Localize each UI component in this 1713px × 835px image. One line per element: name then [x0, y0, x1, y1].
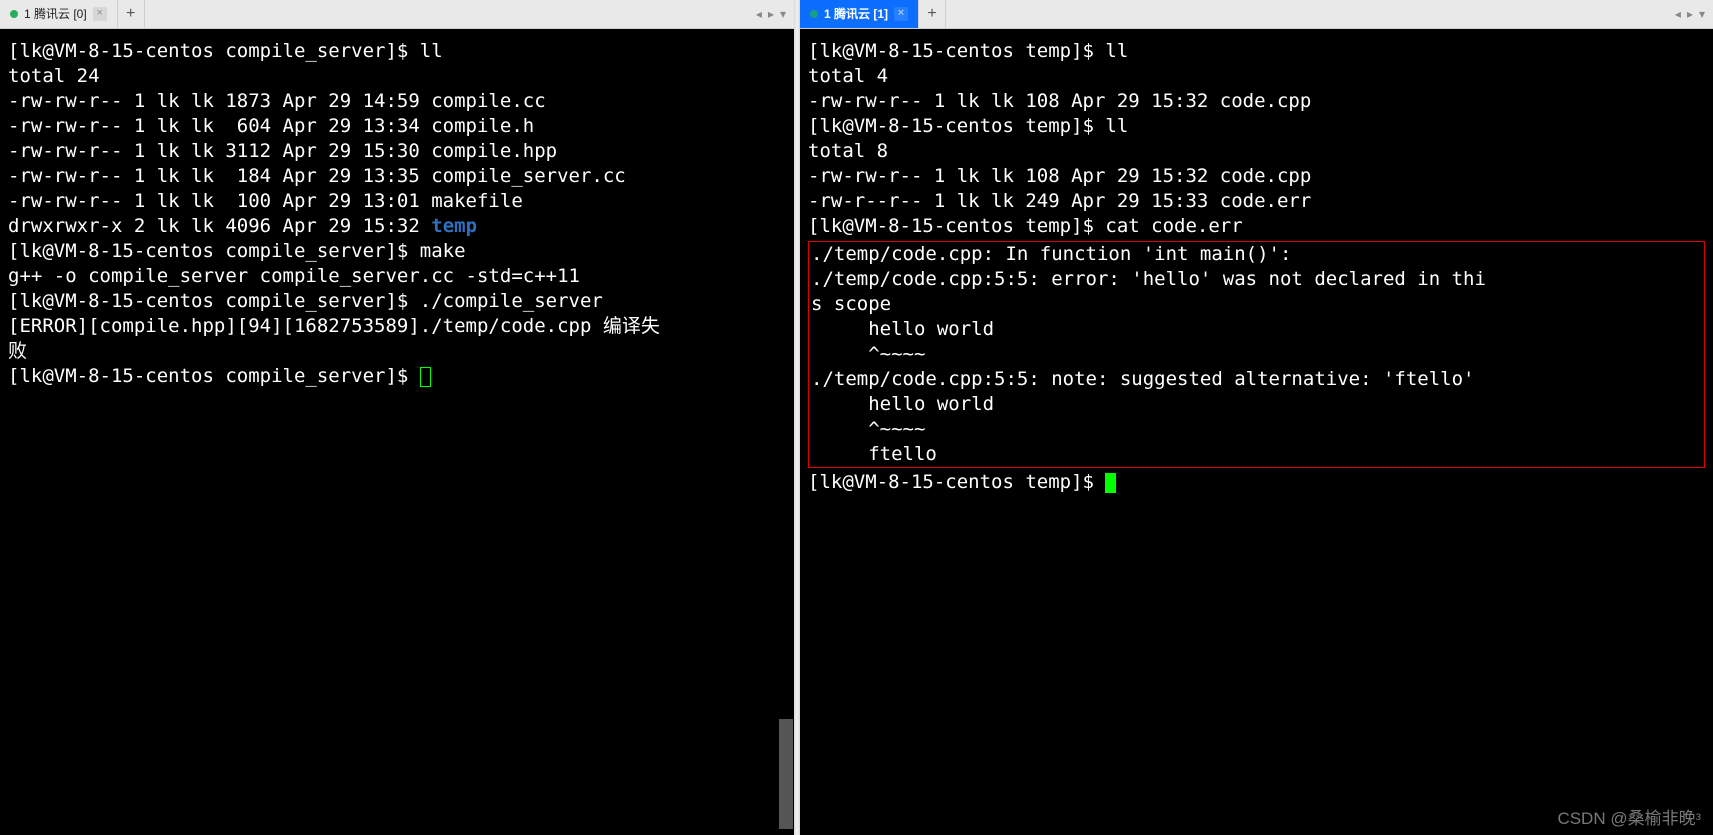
- terminal-text: ./temp/code.cpp:5:5: note: suggested alt…: [811, 368, 1474, 390]
- terminal-text: total 24: [8, 65, 100, 87]
- terminal-text: [lk@VM-8-15-centos compile_server]$ ll: [8, 40, 443, 62]
- tab-prev-icon[interactable]: ◂: [756, 7, 762, 21]
- terminal-line: -rw-r--r-- 1 lk lk 249 Apr 29 15:33 code…: [808, 189, 1705, 214]
- terminal-line: total 24: [8, 64, 786, 89]
- status-dot-icon: [810, 10, 818, 18]
- terminal-text: [lk@VM-8-15-centos temp]$ ll: [808, 40, 1128, 62]
- terminal-line: -rw-rw-r-- 1 lk lk 604 Apr 29 13:34 comp…: [8, 114, 786, 139]
- split-container: 1 腾讯云 [0] × + ◂ ▸ ▾ [lk@VM-8-15-centos c…: [0, 0, 1713, 835]
- terminal-line: [lk@VM-8-15-centos temp]$ ll: [808, 39, 1705, 64]
- terminal-line: total 8: [808, 139, 1705, 164]
- terminal-line: -rw-rw-r-- 1 lk lk 1873 Apr 29 14:59 com…: [8, 89, 786, 114]
- terminal-line: -rw-rw-r-- 1 lk lk 108 Apr 29 15:32 code…: [808, 89, 1705, 114]
- terminal-text: 败: [8, 340, 27, 362]
- terminal-text: -rw-rw-r-- 1 lk lk 100 Apr 29 13:01 make…: [8, 190, 523, 212]
- close-icon[interactable]: ×: [93, 7, 107, 21]
- terminal-text: ./temp/code.cpp:5:5: error: 'hello' was …: [811, 268, 1486, 290]
- error-highlight-box: ./temp/code.cpp: In function 'int main()…: [808, 241, 1705, 468]
- terminal-line: [lk@VM-8-15-centos temp]$ ll: [808, 114, 1705, 139]
- scrollbar-thumb[interactable]: [779, 719, 793, 829]
- cursor-icon: [1105, 473, 1116, 493]
- terminal-line: [lk@VM-8-15-centos compile_server]$ make: [8, 239, 786, 264]
- status-dot-icon: [10, 10, 18, 18]
- terminal-line: -rw-rw-r-- 1 lk lk 3112 Apr 29 15:30 com…: [8, 139, 786, 164]
- right-new-tab-button[interactable]: +: [919, 0, 946, 28]
- terminal-line: [lk@VM-8-15-centos compile_server]$ ./co…: [8, 289, 786, 314]
- terminal-text: -rw-rw-r-- 1 lk lk 3112 Apr 29 15:30 com…: [8, 140, 557, 162]
- cursor-icon: [420, 367, 431, 387]
- terminal-line: [lk@VM-8-15-centos temp]$: [808, 470, 1705, 495]
- terminal-line: [lk@VM-8-15-centos temp]$ cat code.err: [808, 214, 1705, 239]
- terminal-line: ./temp/code.cpp: In function 'int main()…: [811, 242, 1702, 267]
- terminal-text: [ERROR][compile.hpp][94][1682753589]./te…: [8, 315, 660, 337]
- close-icon[interactable]: ×: [894, 7, 908, 21]
- tab-next-icon[interactable]: ▸: [768, 7, 774, 21]
- terminal-line: total 4: [808, 64, 1705, 89]
- right-tabbar: 1 腾讯云 [1] × + ◂ ▸ ▾: [800, 0, 1713, 29]
- tabbar-spacer: [145, 0, 748, 28]
- terminal-line: 败: [8, 339, 786, 364]
- terminal-text: -rw-r--r-- 1 lk lk 249 Apr 29 15:33 code…: [808, 190, 1311, 212]
- terminal-line: -rw-rw-r-- 1 lk lk 100 Apr 29 13:01 make…: [8, 189, 786, 214]
- terminal-text: hello world: [811, 318, 994, 340]
- tab-next-icon[interactable]: ▸: [1687, 7, 1693, 21]
- terminal-text: [lk@VM-8-15-centos compile_server]$ ./co…: [8, 290, 603, 312]
- terminal-text: ./temp/code.cpp: In function 'int main()…: [811, 243, 1291, 265]
- terminal-text: ^~~~~: [811, 418, 925, 440]
- terminal-text: [lk@VM-8-15-centos compile_server]$: [8, 365, 420, 387]
- tabbar-spacer: [946, 0, 1667, 28]
- left-tabbar: 1 腾讯云 [0] × + ◂ ▸ ▾: [0, 0, 794, 29]
- terminal-text: s scope: [811, 293, 891, 315]
- terminal-text: [lk@VM-8-15-centos temp]$ ll: [808, 115, 1128, 137]
- terminal-line: hello world: [811, 317, 1702, 342]
- terminal-text: [lk@VM-8-15-centos compile_server]$ make: [8, 240, 466, 262]
- left-new-tab-button[interactable]: +: [118, 0, 145, 28]
- terminal-text: ^~~~~: [811, 343, 925, 365]
- terminal-text: [lk@VM-8-15-centos temp]$ cat code.err: [808, 215, 1243, 237]
- terminal-line: [lk@VM-8-15-centos compile_server]$: [8, 364, 786, 389]
- terminal-text: total 4: [808, 65, 888, 87]
- terminal-text: temp: [431, 215, 477, 237]
- terminal-text: hello world: [811, 393, 994, 415]
- terminal-line: [lk@VM-8-15-centos compile_server]$ ll: [8, 39, 786, 64]
- right-tab-nav: ◂ ▸ ▾: [1667, 0, 1713, 28]
- terminal-line: g++ -o compile_server compile_server.cc …: [8, 264, 786, 289]
- left-pane: 1 腾讯云 [0] × + ◂ ▸ ▾ [lk@VM-8-15-centos c…: [0, 0, 794, 835]
- terminal-line: -rw-rw-r-- 1 lk lk 184 Apr 29 13:35 comp…: [8, 164, 786, 189]
- left-tab-0[interactable]: 1 腾讯云 [0] ×: [0, 0, 118, 28]
- terminal-text: -rw-rw-r-- 1 lk lk 108 Apr 29 15:32 code…: [808, 90, 1311, 112]
- terminal-text: -rw-rw-r-- 1 lk lk 108 Apr 29 15:32 code…: [808, 165, 1311, 187]
- terminal-line: hello world: [811, 392, 1702, 417]
- terminal-line: ./temp/code.cpp:5:5: note: suggested alt…: [811, 367, 1702, 392]
- terminal-text: -rw-rw-r-- 1 lk lk 184 Apr 29 13:35 comp…: [8, 165, 626, 187]
- right-tab-0[interactable]: 1 腾讯云 [1] ×: [800, 0, 919, 28]
- right-terminal[interactable]: [lk@VM-8-15-centos temp]$ ll total 4 -rw-r…: [800, 29, 1713, 835]
- terminal-text: -rw-rw-r-- 1 lk lk 604 Apr 29 13:34 comp…: [8, 115, 534, 137]
- terminal-line: ./temp/code.cpp:5:5: error: 'hello' was …: [811, 267, 1702, 292]
- terminal-text: total 8: [808, 140, 888, 162]
- terminal-line: ^~~~~: [811, 342, 1702, 367]
- terminal-text: -rw-rw-r-- 1 lk lk 1873 Apr 29 14:59 com…: [8, 90, 546, 112]
- terminal-line: ftello: [811, 442, 1702, 467]
- terminal-text: drwxrwxr-x 2 lk lk 4096 Apr 29 15:32: [8, 215, 431, 237]
- terminal-line: ^~~~~: [811, 417, 1702, 442]
- tab-menu-icon[interactable]: ▾: [1699, 7, 1705, 21]
- terminal-text: ftello: [811, 443, 937, 465]
- terminal-line: [ERROR][compile.hpp][94][1682753589]./te…: [8, 314, 786, 339]
- right-tab-title: 1 腾讯云 [1]: [824, 0, 888, 28]
- terminal-text: [lk@VM-8-15-centos temp]$: [808, 471, 1105, 493]
- left-terminal[interactable]: [lk@VM-8-15-centos compile_server]$ ll to…: [0, 29, 794, 835]
- right-pane: 1 腾讯云 [1] × + ◂ ▸ ▾ [lk@VM-8-15-centos t…: [800, 0, 1713, 835]
- terminal-line: -rw-rw-r-- 1 lk lk 108 Apr 29 15:32 code…: [808, 164, 1705, 189]
- tab-menu-icon[interactable]: ▾: [780, 7, 786, 21]
- terminal-line: s scope: [811, 292, 1702, 317]
- left-tab-title: 1 腾讯云 [0]: [24, 0, 87, 28]
- terminal-line: drwxrwxr-x 2 lk lk 4096 Apr 29 15:32 tem…: [8, 214, 786, 239]
- left-tab-nav: ◂ ▸ ▾: [748, 0, 794, 28]
- tab-prev-icon[interactable]: ◂: [1675, 7, 1681, 21]
- terminal-text: g++ -o compile_server compile_server.cc …: [8, 265, 580, 287]
